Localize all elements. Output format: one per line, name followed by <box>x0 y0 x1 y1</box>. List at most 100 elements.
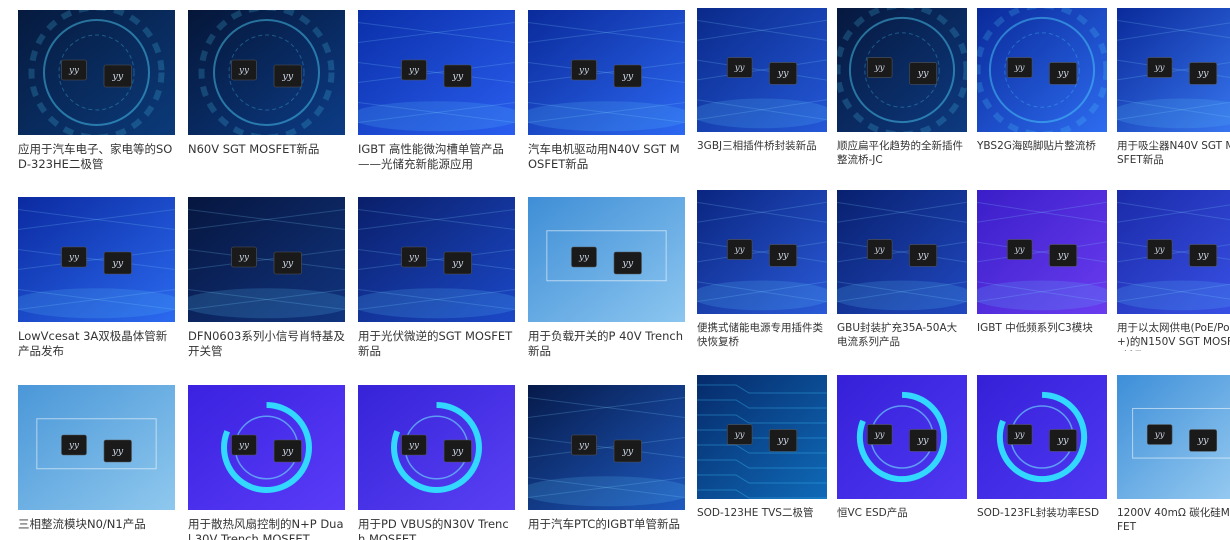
left-product-card[interactable]: yy yy DFN0603系列小信号肖特基及开关管 <box>188 197 345 363</box>
svg-text:yy: yy <box>777 68 789 79</box>
right-product-card[interactable]: yy yy 顺应扁平化趋势的全新插件整流桥-JC <box>837 8 967 169</box>
left-product-grid: yy yy 应用于汽车电子、家电等的SOD-323HE二极管 yy yy N60… <box>0 0 690 540</box>
right-product-card[interactable]: yy yy IGBT 中低频系列C3模块 <box>977 190 1107 351</box>
svg-text:yy: yy <box>68 441 80 451</box>
product-caption-link[interactable]: DFN0603系列小信号肖特基及开关管 <box>188 329 345 363</box>
svg-text:yy: yy <box>238 66 250 76</box>
product-thumbnail[interactable]: yy yy <box>1117 8 1230 132</box>
left-product-card[interactable]: yy yy 用于散热风扇控制的N+P Dual 30V Trench MOSFE… <box>188 385 345 540</box>
svg-text:yy: yy <box>451 446 463 457</box>
product-caption-link[interactable]: YBS2G海鸥脚贴片整流桥 <box>977 139 1107 169</box>
svg-text:yy: yy <box>1014 245 1025 255</box>
product-thumbnail[interactable]: yy yy <box>358 10 515 135</box>
product-caption-link[interactable]: 应用于汽车电子、家电等的SOD-323HE二极管 <box>18 142 175 176</box>
svg-text:yy: yy <box>68 66 80 76</box>
product-thumbnail[interactable]: yy yy <box>358 385 515 510</box>
product-thumbnail[interactable]: yy yy <box>697 375 827 499</box>
svg-text:yy: yy <box>1057 250 1069 261</box>
product-caption-link[interactable]: 用于PD VBUS的N30V Trench MOSFET <box>358 517 515 540</box>
svg-text:yy: yy <box>1197 435 1209 446</box>
left-product-card[interactable]: yy yy 应用于汽车电子、家电等的SOD-323HE二极管 <box>18 10 175 176</box>
product-thumbnail[interactable]: yy yy <box>837 375 967 499</box>
right-product-card[interactable]: yy yy 恒VC ESD产品 <box>837 375 967 536</box>
product-caption-link[interactable]: SOD-123FL封装功率ESD <box>977 506 1107 536</box>
svg-text:yy: yy <box>874 430 885 440</box>
product-caption-link[interactable]: 顺应扁平化趋势的全新插件整流桥-JC <box>837 139 967 169</box>
svg-text:yy: yy <box>734 245 745 255</box>
product-caption-link[interactable]: 用于散热风扇控制的N+P Dual 30V Trench MOSFET <box>188 517 345 540</box>
svg-text:yy: yy <box>238 253 250 263</box>
left-product-card[interactable]: yy yy 用于PD VBUS的N30V Trench MOSFET <box>358 385 515 540</box>
product-caption-link[interactable]: GBU封装扩充35A-50A大电流系列产品 <box>837 321 967 351</box>
product-thumbnail[interactable]: yy yy <box>528 385 685 510</box>
svg-text:yy: yy <box>874 63 885 73</box>
left-product-card[interactable]: yy yy 三相整流模块N0/N1产品 <box>18 385 175 540</box>
product-thumbnail[interactable]: yy yy <box>977 8 1107 132</box>
svg-text:yy: yy <box>917 435 929 446</box>
svg-text:yy: yy <box>578 441 590 451</box>
svg-text:yy: yy <box>111 258 123 269</box>
left-product-card[interactable]: yy yy 用于负载开关的P 40V Trench新品 <box>528 197 685 363</box>
left-product-card[interactable]: yy yy IGBT 高性能微沟槽单管产品——光储充新能源应用 <box>358 10 515 176</box>
right-product-card[interactable]: yy yy 用于吸尘器N40V SGT MOSFET新品 <box>1117 8 1230 169</box>
product-thumbnail[interactable]: yy yy <box>188 385 345 510</box>
right-product-card[interactable]: yy yy SOD-123FL封装功率ESD <box>977 375 1107 536</box>
left-product-card[interactable]: yy yy LowVcesat 3A双极晶体管新产品发布 <box>18 197 175 363</box>
product-caption-link[interactable]: N60V SGT MOSFET新品 <box>188 142 345 176</box>
product-caption-link[interactable]: 用于负载开关的P 40V Trench新品 <box>528 329 685 363</box>
product-caption-link[interactable]: 三相整流模块N0/N1产品 <box>18 517 175 540</box>
product-caption-link[interactable]: SOD-123HE TVS二极管 <box>697 506 827 536</box>
svg-text:yy: yy <box>281 71 293 82</box>
left-product-card[interactable]: yy yy 用于汽车PTC的IGBT单管新品 <box>528 385 685 540</box>
product-thumbnail[interactable]: yy yy <box>697 190 827 314</box>
product-caption-link[interactable]: 恒VC ESD产品 <box>837 506 967 536</box>
svg-text:yy: yy <box>917 68 929 79</box>
right-product-card[interactable]: yy yy YBS2G海鸥脚贴片整流桥 <box>977 8 1107 169</box>
right-product-card[interactable]: yy yy SOD-123HE TVS二极管 <box>697 375 827 536</box>
product-thumbnail[interactable]: yy yy <box>1117 190 1230 314</box>
product-thumbnail[interactable]: yy yy <box>837 190 967 314</box>
svg-text:yy: yy <box>111 446 123 457</box>
svg-text:yy: yy <box>1197 68 1209 79</box>
product-thumbnail[interactable]: yy yy <box>837 8 967 132</box>
right-product-card[interactable]: yy yy 3GBJ三相插件桥封装新品 <box>697 8 827 169</box>
product-thumbnail[interactable]: yy yy <box>18 10 175 135</box>
right-product-card[interactable]: yy yy 1200V 40mΩ 碳化硅MOSFET <box>1117 375 1230 536</box>
left-product-card[interactable]: yy yy 汽车电机驱动用N40V SGT MOSFET新品 <box>528 10 685 176</box>
product-thumbnail[interactable]: yy yy <box>1117 375 1230 499</box>
svg-text:yy: yy <box>281 258 293 269</box>
svg-text:yy: yy <box>1014 63 1025 73</box>
product-caption-link[interactable]: 汽车电机驱动用N40V SGT MOSFET新品 <box>528 142 685 176</box>
product-caption-link[interactable]: 用于光伏微逆的SGT MOSFET 新品 <box>358 329 515 363</box>
svg-text:yy: yy <box>1057 435 1069 446</box>
svg-text:yy: yy <box>1154 245 1165 255</box>
svg-text:yy: yy <box>1197 250 1209 261</box>
product-thumbnail[interactable]: yy yy <box>358 197 515 322</box>
right-product-card[interactable]: yy yy 便携式储能电源专用插件类快恢复桥 <box>697 190 827 351</box>
product-thumbnail[interactable]: yy yy <box>977 190 1107 314</box>
product-caption-link[interactable]: IGBT 高性能微沟槽单管产品——光储充新能源应用 <box>358 142 515 176</box>
right-product-card[interactable]: yy yy 用于以太网供电(PoE/PoE+)的N150V SGT MOSFET… <box>1117 190 1230 351</box>
product-caption-link[interactable]: 便携式储能电源专用插件类快恢复桥 <box>697 321 827 351</box>
product-caption-link[interactable]: LowVcesat 3A双极晶体管新产品发布 <box>18 329 175 363</box>
product-thumbnail[interactable]: yy yy <box>528 197 685 322</box>
product-thumbnail[interactable]: yy yy <box>528 10 685 135</box>
product-caption-link[interactable]: 用于以太网供电(PoE/PoE+)的N150V SGT MOSFETs新品 <box>1117 321 1230 351</box>
left-product-card[interactable]: yy yy N60V SGT MOSFET新品 <box>188 10 345 176</box>
svg-text:yy: yy <box>734 63 745 73</box>
product-thumbnail[interactable]: yy yy <box>188 197 345 322</box>
product-thumbnail[interactable]: yy yy <box>18 197 175 322</box>
product-caption-link[interactable]: 用于汽车PTC的IGBT单管新品 <box>528 517 685 540</box>
svg-text:yy: yy <box>68 253 80 263</box>
product-thumbnail[interactable]: yy yy <box>188 10 345 135</box>
product-thumbnail[interactable]: yy yy <box>977 375 1107 499</box>
product-caption-link[interactable]: 1200V 40mΩ 碳化硅MOSFET <box>1117 506 1230 536</box>
product-caption-link[interactable]: 用于吸尘器N40V SGT MOSFET新品 <box>1117 139 1230 169</box>
product-thumbnail[interactable]: yy yy <box>697 8 827 132</box>
svg-text:yy: yy <box>777 435 789 446</box>
product-thumbnail[interactable]: yy yy <box>18 385 175 510</box>
left-product-card[interactable]: yy yy 用于光伏微逆的SGT MOSFET 新品 <box>358 197 515 363</box>
product-caption-link[interactable]: 3GBJ三相插件桥封装新品 <box>697 139 827 169</box>
product-caption-link[interactable]: IGBT 中低频系列C3模块 <box>977 321 1107 351</box>
right-product-card[interactable]: yy yy GBU封装扩充35A-50A大电流系列产品 <box>837 190 967 351</box>
